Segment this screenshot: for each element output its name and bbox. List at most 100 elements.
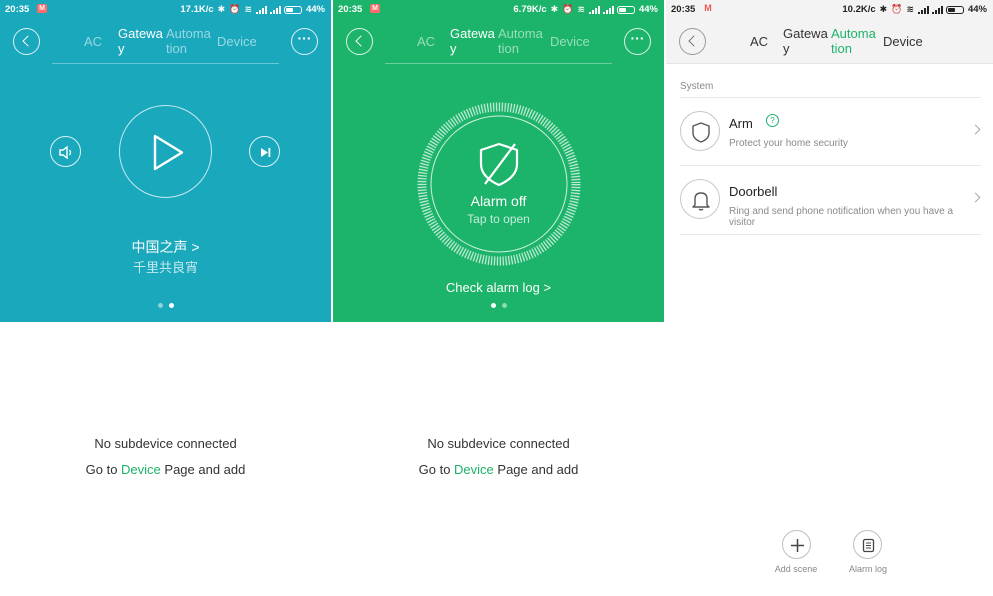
alarm-state: Alarm off <box>470 193 527 209</box>
network-speed: 10.2K/c <box>842 4 876 15</box>
tab-device[interactable]: Device <box>550 34 590 49</box>
signal-icon <box>255 5 267 14</box>
alarm-hero: 20:35 M 6.79K/c ✱ ⏰ ≋ 44% AC Gatewa y Au… <box>333 0 664 322</box>
wifi-icon: ≋ <box>577 4 585 14</box>
shield-off-icon <box>479 142 519 187</box>
play-button[interactable] <box>119 105 212 198</box>
back-icon[interactable] <box>346 28 373 55</box>
tab-automation[interactable]: Automa tion <box>831 26 876 56</box>
alarm-hint: Tap to open <box>467 212 530 226</box>
mail-notification-icon: M <box>37 4 47 13</box>
empty-hint-suffix: Page and add <box>493 462 579 477</box>
empty-hint-prefix: Go to <box>85 462 122 477</box>
add-scene-button[interactable] <box>782 530 811 559</box>
help-icon[interactable]: ? <box>766 114 779 127</box>
bluetooth-icon: ✱ <box>879 4 888 14</box>
tab-gateway[interactable]: Gatewa y <box>450 26 495 56</box>
program-name: 千里共良宵 <box>132 260 198 275</box>
arm-title: Arm <box>729 116 753 131</box>
back-icon[interactable] <box>13 28 40 55</box>
tab-device[interactable]: Device <box>883 34 923 49</box>
shield-icon <box>680 111 720 151</box>
page-dot <box>501 303 507 308</box>
more-icon[interactable]: ··· <box>291 28 318 55</box>
tab-gateway[interactable]: Gatewa y <box>118 26 163 56</box>
page-indicator <box>333 303 664 308</box>
check-alarm-log-link[interactable]: Check alarm log > <box>333 280 664 295</box>
empty-hint-suffix: Page and add <box>160 462 246 477</box>
tab-device[interactable]: Device <box>217 34 257 49</box>
alarm-log-button[interactable] <box>853 530 882 559</box>
automation-screen: 20:35 M 10.2K/c ✱ ⏰ ≋ 44% AC Gatewa y Au… <box>666 0 993 596</box>
device-page-link[interactable]: Device <box>454 462 494 477</box>
page-dot <box>157 303 163 308</box>
bluetooth-icon: ✱ <box>217 4 226 14</box>
gateway-alarm-screen: 20:35 M 6.79K/c ✱ ⏰ ≋ 44% AC Gatewa y Au… <box>333 0 664 596</box>
tab-ac[interactable]: AC <box>84 34 102 49</box>
tab-ac[interactable]: AC <box>417 34 435 49</box>
wifi-icon: ≋ <box>244 4 252 14</box>
top-nav: AC Gatewa y Automa tion Device ··· <box>333 24 664 64</box>
battery-icon <box>616 5 635 14</box>
volume-button[interactable] <box>50 136 81 167</box>
bluetooth-icon: ✱ <box>550 4 559 14</box>
next-track-button[interactable] <box>249 136 280 167</box>
battery-level: 44% <box>305 4 325 15</box>
arm-item[interactable]: Arm ? Protect your home security <box>680 97 981 165</box>
empty-title: No subdevice connected <box>94 436 237 451</box>
volume-icon <box>59 145 72 160</box>
status-bar: 20:35 M 10.2K/c ✱ ⏰ ≋ 44% <box>666 0 993 20</box>
next-track-icon <box>261 148 271 157</box>
play-icon <box>153 134 184 171</box>
nav-divider <box>385 63 612 64</box>
player-hero: 20:35 M 17.1K/c ✱ ⏰ ≋ 44% AC Gatewa y Au… <box>0 0 331 322</box>
alarm-log-label: Alarm log <box>848 564 887 574</box>
empty-hint-prefix: Go to <box>418 462 455 477</box>
page-indicator <box>0 303 331 308</box>
tab-gateway[interactable]: Gatewa y <box>783 26 828 56</box>
tab-ac[interactable]: AC <box>750 34 768 49</box>
doorbell-item[interactable]: Doorbell Ring and send phone notificatio… <box>680 165 981 235</box>
status-bar: 20:35 M 17.1K/c ✱ ⏰ ≋ 44% <box>0 0 331 20</box>
signal-icon-2 <box>602 5 614 14</box>
doorbell-title: Doorbell <box>729 184 778 199</box>
section-label: System <box>680 81 714 92</box>
wifi-icon: ≋ <box>906 4 914 14</box>
network-speed: 6.79K/c <box>513 4 547 15</box>
mail-notification-icon: M <box>704 3 712 13</box>
empty-title: No subdevice connected <box>427 436 570 451</box>
status-time: 20:35 <box>671 4 696 15</box>
status-bar: 20:35 M 6.79K/c ✱ ⏰ ≋ 44% <box>333 0 664 20</box>
chevron-right-icon <box>970 124 981 135</box>
alarm-clock-icon: ⏰ <box>891 4 903 14</box>
arm-subtitle: Protect your home security <box>729 138 848 149</box>
mail-notification-icon: M <box>370 4 380 13</box>
doorbell-subtitle: Ring and send phone notification when yo… <box>729 206 954 228</box>
gateway-player-screen: 20:35 M 17.1K/c ✱ ⏰ ≋ 44% AC Gatewa y Au… <box>0 0 331 596</box>
list-icon <box>862 538 875 553</box>
bell-icon <box>680 179 720 219</box>
device-page-link[interactable]: Device <box>121 462 161 477</box>
alarm-dial[interactable] <box>416 101 582 267</box>
alarm-clock-icon: ⏰ <box>229 4 241 14</box>
page-dot-active <box>168 303 174 308</box>
more-icon[interactable]: ··· <box>624 28 651 55</box>
status-time: 20:35 <box>5 4 30 15</box>
back-icon[interactable] <box>679 28 706 55</box>
empty-hint: Go to Device Page and add <box>333 462 664 477</box>
battery-icon <box>283 5 302 14</box>
battery-level: 44% <box>638 4 658 15</box>
signal-icon-2 <box>269 5 281 14</box>
battery-level: 44% <box>967 4 987 15</box>
add-scene-label: Add scene <box>774 564 818 574</box>
page-dot-active <box>490 303 496 308</box>
empty-hint: Go to Device Page and add <box>0 462 331 477</box>
station-name[interactable]: 中国之声 > <box>0 237 331 257</box>
signal-icon <box>917 5 929 14</box>
chevron-right-icon <box>970 192 981 203</box>
tab-automation[interactable]: Automa tion <box>498 26 543 56</box>
signal-icon-2 <box>931 5 943 14</box>
status-time: 20:35 <box>338 4 363 15</box>
top-nav: AC Gatewa y Automa tion Device ··· <box>0 24 331 64</box>
tab-automation[interactable]: Automa tion <box>166 26 211 56</box>
